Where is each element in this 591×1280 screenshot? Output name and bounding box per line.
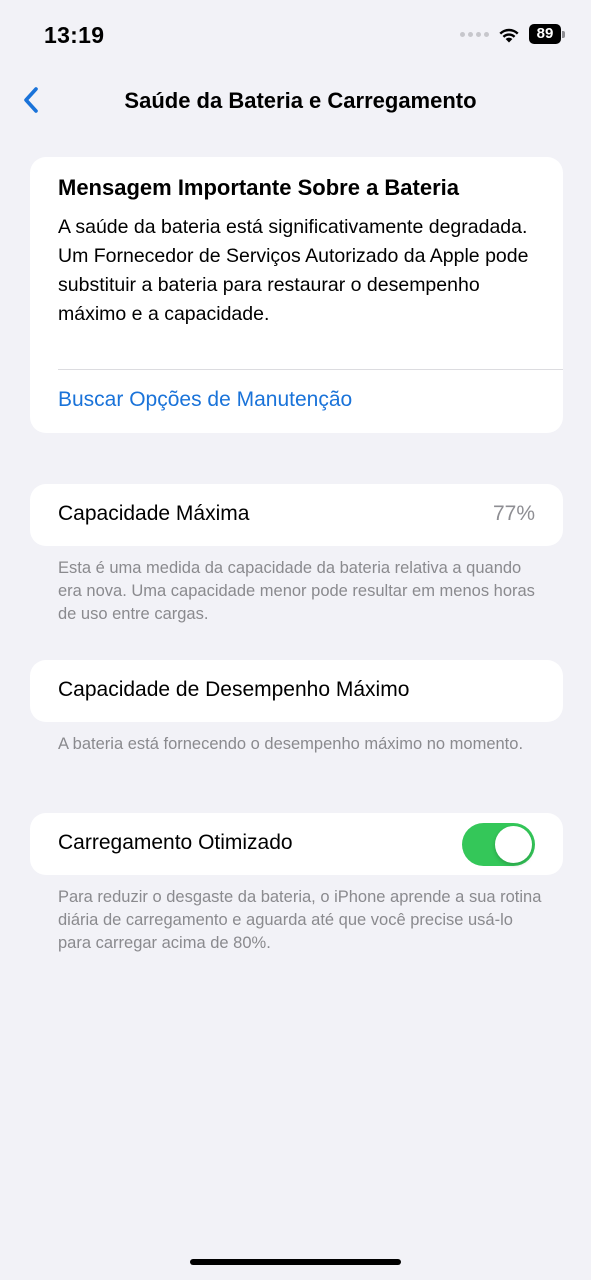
status-icons: 89 xyxy=(460,24,565,44)
max-capacity-footnote: Esta é uma medida da capacidade da bater… xyxy=(58,559,535,623)
battery-level: 89 xyxy=(529,24,561,44)
service-options-link[interactable]: Buscar Opções de Manutenção xyxy=(58,388,352,412)
divider xyxy=(58,369,563,370)
max-capacity-row: Capacidade Máxima 77% xyxy=(30,484,563,546)
status-time: 13:19 xyxy=(44,22,105,48)
optimized-charging-footnote: Para reduzir o desgaste da bateria, o iP… xyxy=(58,888,542,952)
message-body: A saúde da bateria está significativamen… xyxy=(58,216,529,325)
optimized-charging-label: Carregamento Otimizado xyxy=(58,831,293,854)
wifi-icon xyxy=(499,28,519,43)
status-bar: 13:19 89 xyxy=(0,0,591,70)
max-capacity-label: Capacidade Máxima xyxy=(58,502,250,525)
home-indicator xyxy=(190,1259,401,1265)
peak-performance-row: Capacidade de Desempenho Máximo xyxy=(30,660,563,722)
navigation-bar: Saúde da Bateria e Carregamento xyxy=(0,70,591,130)
optimized-charging-toggle[interactable] xyxy=(462,823,535,866)
battery-icon: 89 xyxy=(529,24,565,44)
max-capacity-value: 77% xyxy=(492,502,535,525)
cellular-signal-icon xyxy=(460,31,489,37)
toggle-knob xyxy=(495,826,532,863)
message-title: Mensagem Importante Sobre a Bateria xyxy=(58,175,460,200)
peak-performance-label: Capacidade de Desempenho Máximo xyxy=(58,678,410,701)
optimized-charging-row: Carregamento Otimizado xyxy=(30,813,563,875)
peak-performance-footnote: A bateria está fornecendo o desempenho m… xyxy=(58,735,524,753)
screen: 13:19 89 Saúde da Bateria e Carregamento xyxy=(0,0,591,1280)
page-title: Saúde da Bateria e Carregamento xyxy=(124,88,477,113)
battery-message-card: Mensagem Importante Sobre a Bateria A sa… xyxy=(30,157,563,433)
